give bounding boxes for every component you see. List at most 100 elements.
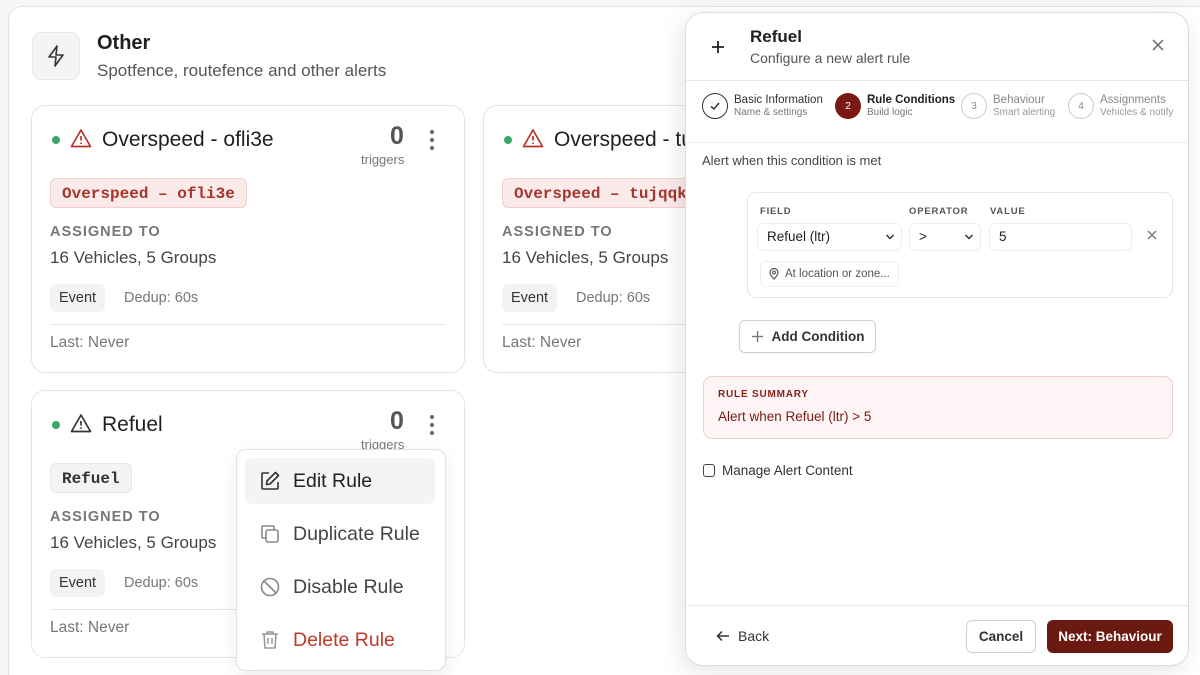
checkbox[interactable] [703, 464, 715, 477]
location-pin-icon [769, 268, 779, 280]
type-chip: Event [50, 284, 106, 312]
duplicate-rule-menu-item[interactable]: Duplicate Rule [245, 511, 435, 557]
warning-icon [70, 414, 92, 433]
step-number: 4 [1068, 93, 1094, 119]
operator-label: OPERATOR [909, 206, 969, 217]
type-chip: Event [50, 569, 106, 597]
field-select[interactable]: Refuel (ltr) [757, 223, 902, 251]
plus-icon [704, 33, 732, 61]
assigned-label: ASSIGNED TO [50, 509, 161, 525]
divider [686, 142, 1188, 143]
trash-icon [262, 631, 278, 649]
field-value: Refuel (ltr) [767, 229, 831, 244]
add-condition-label: Add Condition [771, 329, 865, 344]
assigned-value: 16 Vehicles, 5 Groups [50, 248, 217, 267]
summary-text: Alert when Refuel (ltr) > 5 [718, 409, 872, 424]
remove-condition-icon[interactable] [1146, 229, 1158, 241]
location-filter-button[interactable]: At location or zone... [760, 261, 899, 287]
last-triggered: Last: Never [50, 619, 130, 636]
step-basic-information[interactable]: Basic Information Name & settings [702, 93, 823, 119]
more-options-icon[interactable] [429, 130, 435, 154]
operator-value: > [919, 229, 927, 244]
condition-heading: Alert when this condition is met [702, 153, 882, 168]
warning-icon [70, 129, 92, 148]
back-label: Back [738, 628, 770, 644]
modal-subtitle: Configure a new alert rule [750, 50, 911, 66]
value-text: 5 [999, 229, 1007, 244]
divider [50, 324, 446, 325]
step-title: Assignments [1100, 93, 1166, 106]
manage-alert-content-label: Manage Alert Content [722, 463, 853, 478]
rule-context-menu: Edit Rule Duplicate Rule Disable Rule De… [236, 449, 446, 671]
value-label: VALUE [990, 206, 1026, 217]
step-assignments[interactable]: 4 Assignments Vehicles & notify [1068, 93, 1173, 119]
section-title: Other [97, 32, 151, 54]
card-title: Overspeed - ofli3e [102, 128, 274, 151]
menu-item-label: Edit Rule [293, 469, 373, 492]
trigger-count: 0 [390, 122, 404, 150]
close-icon[interactable] [1150, 37, 1166, 53]
rule-tag: Refuel [50, 463, 132, 493]
menu-item-label: Duplicate Rule [293, 522, 420, 545]
step-subtitle: Smart alerting [993, 106, 1056, 118]
step-subtitle: Build logic [867, 106, 913, 118]
lightning-icon [48, 45, 64, 67]
dedup-text: Dedup: 60s [124, 575, 199, 591]
status-dot [504, 136, 512, 144]
operator-select[interactable]: > [909, 223, 981, 251]
step-title: Rule Conditions [867, 93, 956, 106]
edit-rule-menu-item[interactable]: Edit Rule [245, 458, 435, 504]
divider [686, 80, 1188, 81]
step-title: Basic Information [734, 93, 823, 106]
cancel-button[interactable]: Cancel [966, 620, 1036, 653]
rule-tag: Overspeed – tujqqk [502, 178, 699, 208]
edit-icon [261, 471, 280, 490]
value-input[interactable]: 5 [989, 223, 1132, 251]
step-number: 2 [835, 93, 861, 119]
chevron-down-icon [885, 234, 895, 240]
menu-item-label: Disable Rule [293, 575, 404, 598]
location-filter-label: At location or zone... [785, 268, 890, 280]
next-button[interactable]: Next: Behaviour [1047, 620, 1173, 653]
section-icon-box [32, 32, 80, 80]
divider [686, 605, 1188, 606]
assigned-label: ASSIGNED TO [502, 224, 613, 240]
plus-icon [751, 331, 763, 342]
check-icon [702, 93, 728, 119]
type-chip: Event [502, 284, 558, 312]
dedup-text: Dedup: 60s [124, 290, 199, 306]
chevron-down-icon [964, 234, 974, 240]
manage-alert-content-checkbox[interactable]: Manage Alert Content [703, 463, 853, 478]
status-dot [52, 136, 60, 144]
rule-tag: Overspeed – ofli3e [50, 178, 247, 208]
step-subtitle: Name & settings [734, 106, 808, 118]
step-behaviour[interactable]: 3 Behaviour Smart alerting [961, 93, 1055, 119]
rule-summary: RULE SUMMARY Alert when Refuel (ltr) > 5 [703, 376, 1173, 439]
card-title: Refuel [102, 413, 163, 436]
last-triggered: Last: Never [502, 334, 582, 351]
trigger-label: triggers [361, 152, 405, 167]
step-number: 3 [961, 93, 987, 119]
menu-item-label: Delete Rule [293, 628, 395, 651]
delete-rule-menu-item[interactable]: Delete Rule [245, 617, 435, 663]
disable-rule-menu-item[interactable]: Disable Rule [245, 564, 435, 610]
duplicate-icon [261, 525, 279, 543]
alert-card[interactable]: Overspeed - ofli3e 0 triggers Overspeed … [31, 105, 465, 373]
summary-label: RULE SUMMARY [718, 389, 809, 400]
disable-icon [260, 577, 280, 597]
modal-title: Refuel [750, 27, 802, 46]
assigned-value: 16 Vehicles, 5 Groups [502, 248, 669, 267]
field-label: FIELD [760, 206, 792, 217]
more-options-icon[interactable] [429, 415, 435, 439]
new-alert-rule-modal: Refuel Configure a new alert rule Basic … [685, 12, 1189, 666]
add-condition-button[interactable]: Add Condition [739, 320, 876, 353]
dedup-text: Dedup: 60s [576, 290, 651, 306]
step-subtitle: Vehicles & notify [1100, 106, 1174, 118]
warning-icon [522, 129, 544, 148]
step-rule-conditions[interactable]: 2 Rule Conditions Build logic [835, 93, 955, 119]
step-title: Behaviour [993, 93, 1045, 106]
back-button[interactable]: Back [716, 628, 769, 644]
status-dot [52, 421, 60, 429]
arrow-left-icon [716, 630, 729, 642]
assigned-value: 16 Vehicles, 5 Groups [50, 533, 217, 552]
